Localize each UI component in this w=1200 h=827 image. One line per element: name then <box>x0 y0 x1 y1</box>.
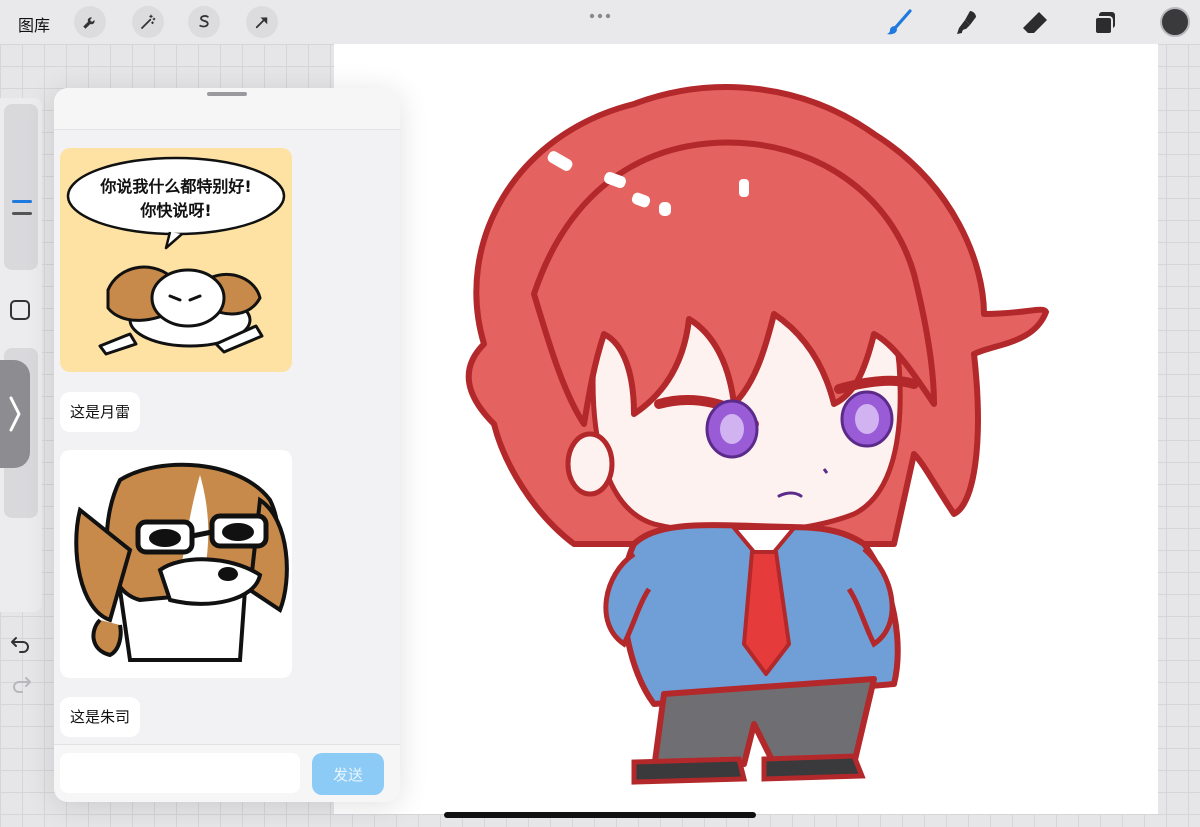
undo-icon[interactable] <box>10 632 32 654</box>
message-list[interactable]: 你说我什么都特别好! 你快说呀! 这是月雷 这是朱司 <box>54 130 400 744</box>
sticker-caption-line-2: 你快说呀! <box>139 201 211 220</box>
magic-wand-icon <box>141 14 156 29</box>
sticker-caption-line-1: 你说我什么都特别好! <box>99 177 251 196</box>
home-indicator[interactable] <box>444 812 756 818</box>
selection-button[interactable] <box>188 6 220 38</box>
brush-icon <box>887 9 912 35</box>
sticker-message[interactable]: 你说我什么都特别好! 你快说呀! <box>60 148 292 372</box>
brush-size-handle[interactable] <box>12 200 32 203</box>
send-button[interactable]: 发送 <box>312 753 384 795</box>
sticker-message[interactable] <box>60 450 292 678</box>
top-toolbar: 图库 <box>0 0 1200 44</box>
brush-button[interactable] <box>884 8 914 38</box>
chat-panel: 你说我什么都特别好! 你快说呀! 这是月雷 这是朱司 发送 <box>54 88 400 802</box>
layers-icon <box>1094 12 1115 35</box>
eraser-icon <box>1023 12 1047 33</box>
chat-text-bubble: 这是月雷 <box>60 392 141 432</box>
drawing-canvas[interactable] <box>334 44 1158 814</box>
wrench-icon <box>83 17 95 29</box>
chat-text-bubble: 这是朱司 <box>60 697 141 737</box>
message-input[interactable] <box>60 753 300 793</box>
smudge-button[interactable] <box>952 8 982 38</box>
layers-button[interactable] <box>1090 8 1120 38</box>
selection-s-icon <box>199 15 209 28</box>
adjustments-button[interactable] <box>132 6 164 38</box>
transform-button[interactable] <box>246 6 278 38</box>
chat-header <box>54 88 400 130</box>
dog-sticker-1: 你说我什么都特别好! 你快说呀! <box>66 156 286 356</box>
smudge-icon <box>957 11 976 34</box>
chibi-artwork <box>465 84 1049 785</box>
gallery-link[interactable]: 图库 <box>18 12 50 36</box>
left-sidebar <box>0 98 42 693</box>
brush-size-slider[interactable] <box>4 104 38 270</box>
eraser-button[interactable] <box>1020 8 1050 38</box>
redo-icon[interactable] <box>10 672 32 694</box>
brush-size-handle-lower <box>12 212 32 215</box>
sidebar-toggle-button[interactable] <box>0 360 30 468</box>
arrow-cursor-icon <box>255 17 268 29</box>
more-options-button[interactable] <box>588 6 612 25</box>
actions-button[interactable] <box>74 6 106 38</box>
ellipsis-icon <box>589 13 611 19</box>
dog-sticker-2 <box>74 462 289 662</box>
chevron-right-icon <box>9 396 21 432</box>
chat-input-bar: 发送 <box>54 744 400 802</box>
panel-grabber-handle[interactable] <box>207 92 247 96</box>
modify-button[interactable] <box>10 300 30 320</box>
color-picker-button[interactable] <box>1160 7 1190 37</box>
